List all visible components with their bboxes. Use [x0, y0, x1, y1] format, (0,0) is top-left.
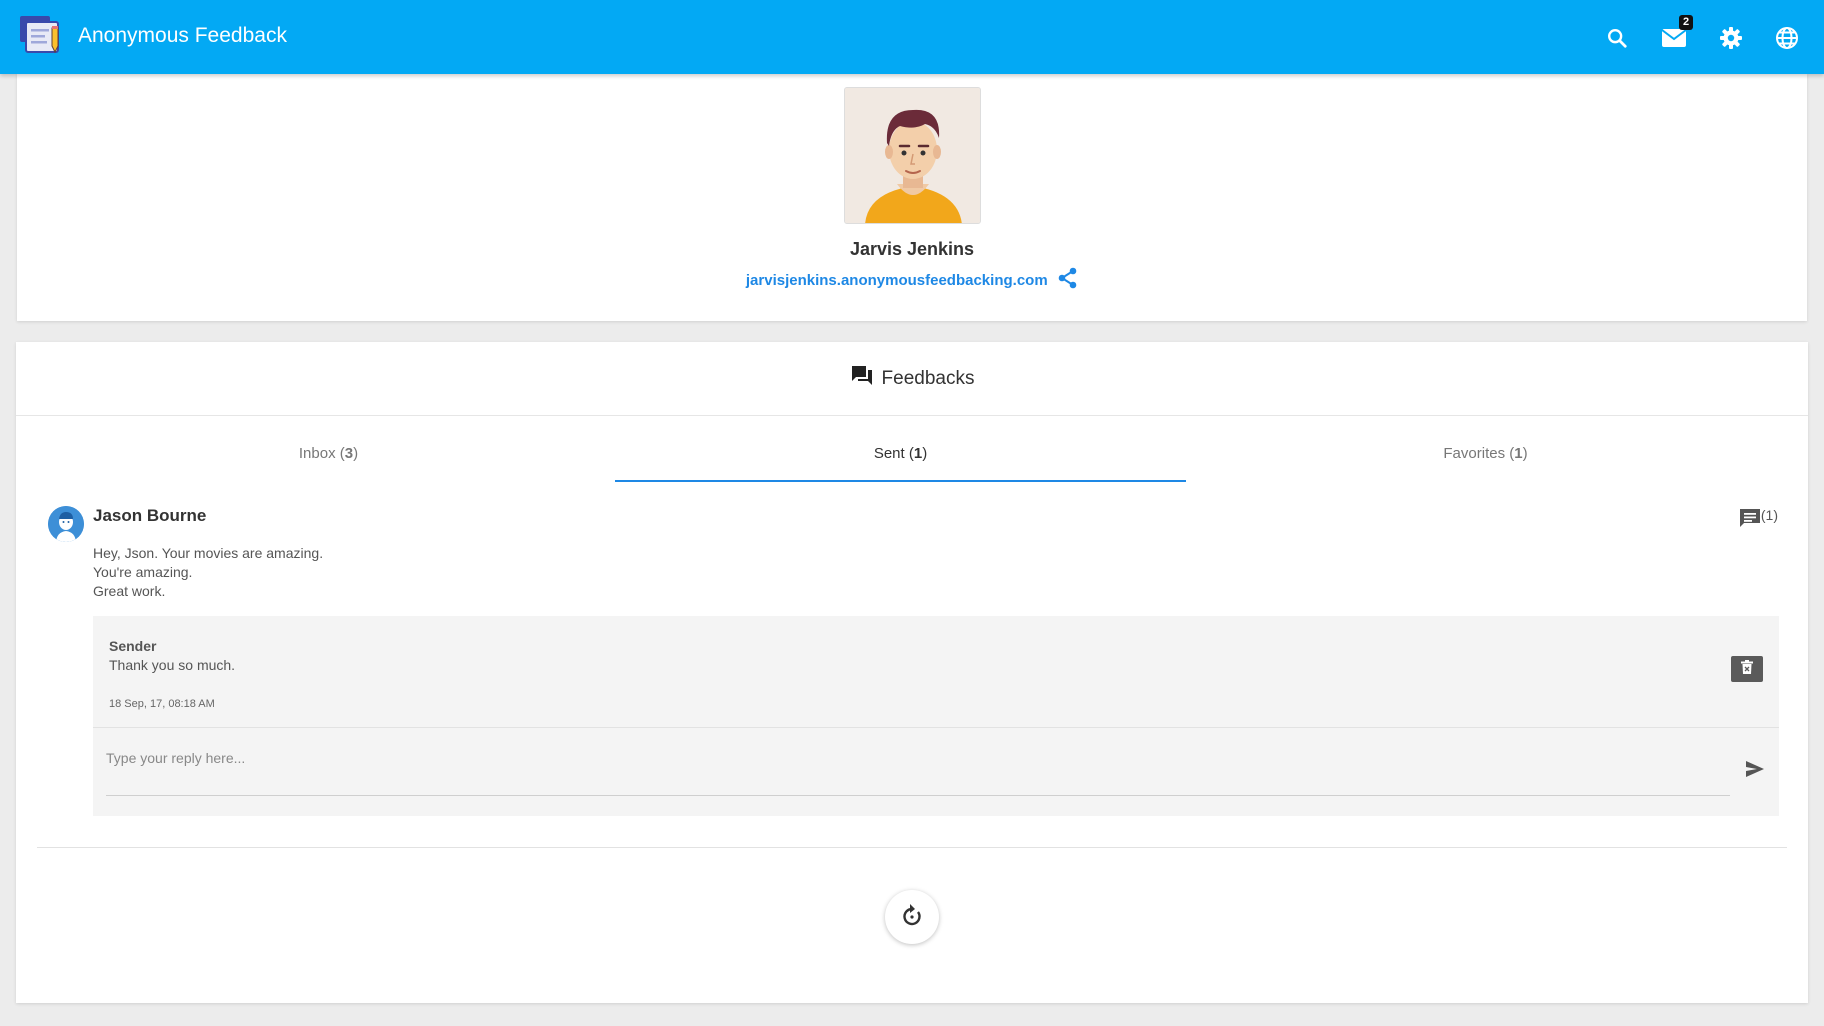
- feedbacks-header: Feedbacks: [16, 342, 1808, 416]
- feedbacks-title: Feedbacks: [881, 367, 975, 389]
- comment-count-label: (1): [1760, 507, 1778, 523]
- app-bar: Anonymous Feedback 2: [0, 0, 1824, 74]
- gear-icon[interactable]: [1716, 23, 1746, 53]
- profile-card: Jarvis Jenkins jarvisjenkins.anonymousfe…: [17, 74, 1807, 321]
- reply-divider: [93, 727, 1779, 728]
- recipient-name[interactable]: Jason Bourne: [93, 506, 206, 526]
- feedback-message-line: You're amazing.: [93, 564, 193, 580]
- send-icon: [1746, 760, 1764, 782]
- refresh-button[interactable]: [885, 890, 939, 944]
- send-reply-button[interactable]: [1743, 760, 1767, 782]
- delete-reply-button[interactable]: [1731, 656, 1763, 682]
- list-divider: [37, 847, 1787, 848]
- profile-link[interactable]: jarvisjenkins.anonymousfeedbacking.com: [746, 272, 1048, 289]
- refresh-icon: [901, 903, 923, 932]
- share-icon[interactable]: [1058, 267, 1078, 294]
- profile-name: Jarvis Jenkins: [849, 239, 975, 259]
- feedbacks-card: Feedbacks Inbox (3) Sent (1) Favorites (…: [16, 342, 1808, 1003]
- reply-input[interactable]: [106, 740, 1730, 796]
- delete-icon: [1741, 659, 1753, 679]
- forum-icon: [850, 365, 874, 392]
- profile-link-row: jarvisjenkins.anonymousfeedbacking.com: [17, 267, 1807, 294]
- recipient-avatar: [48, 506, 84, 542]
- tab-sent[interactable]: Sent (1): [615, 438, 1186, 482]
- feedback-message-line: Great work.: [93, 583, 166, 599]
- mail-badge: 2: [1679, 15, 1693, 30]
- tab-favorites[interactable]: Favorites (1): [1200, 438, 1771, 482]
- app-title[interactable]: Anonymous Feedback: [78, 24, 287, 48]
- comment-icon: [1739, 507, 1761, 532]
- reply-message: Thank you so much.: [109, 657, 236, 673]
- app-logo-icon[interactable]: [18, 14, 64, 58]
- reply-thread: Sender Thank you so much. 18 Sep, 17, 08…: [93, 616, 1779, 816]
- profile-avatar: [844, 87, 981, 224]
- reply-timestamp: 18 Sep, 17, 08:18 AM: [109, 698, 215, 710]
- mail-icon[interactable]: 2: [1659, 15, 1693, 53]
- feedback-tabs: Inbox (3) Sent (1) Favorites (1): [43, 438, 1771, 482]
- comment-count[interactable]: (1): [1739, 507, 1778, 532]
- globe-icon[interactable]: [1772, 23, 1802, 53]
- feedback-message: Hey, Json. Your movies are amazing. You'…: [93, 544, 323, 601]
- search-icon[interactable]: [1602, 23, 1632, 53]
- reply-sender-label: Sender: [109, 638, 157, 654]
- feedback-message-line: Hey, Json. Your movies are amazing.: [93, 545, 324, 561]
- tab-inbox[interactable]: Inbox (3): [43, 438, 614, 482]
